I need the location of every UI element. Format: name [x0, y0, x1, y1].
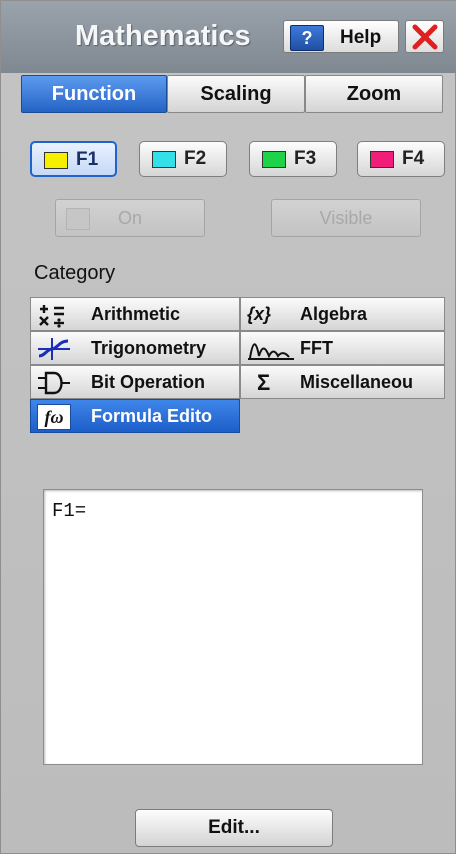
category-formula-editor-button[interactable]: fω Formula Edito: [30, 399, 240, 433]
tab-function[interactable]: Function: [21, 75, 167, 113]
f2-label: F2: [184, 148, 207, 169]
category-heading: Category: [34, 262, 116, 284]
title-bar: Mathematics ? Help: [1, 1, 456, 73]
function-f1-button[interactable]: F1: [30, 141, 117, 177]
category-fft-button[interactable]: FFT: [240, 331, 445, 365]
on-toggle-button[interactable]: On: [55, 199, 205, 237]
tab-zoom[interactable]: Zoom: [305, 75, 443, 113]
category-trigonometry-label: Trigonometry: [91, 338, 207, 358]
category-arithmetic-label: Arithmetic: [91, 304, 181, 324]
tab-bar: Function Scaling Zoom: [21, 75, 443, 113]
algebra-icon: {x}: [247, 304, 272, 324]
function-icon: fω: [37, 404, 71, 430]
category-miscellaneous-button[interactable]: Σ Miscellaneou: [240, 365, 445, 399]
category-miscellaneous-label: Miscellaneou: [300, 372, 414, 392]
f1-color-swatch: [44, 152, 68, 169]
category-fft-label: FFT: [300, 338, 333, 358]
sine-wave-icon: [38, 338, 70, 360]
close-button[interactable]: [405, 20, 444, 53]
window-title: Mathematics: [75, 20, 251, 52]
fft-spectrum-icon: [248, 343, 294, 360]
formula-text: F1=: [52, 500, 87, 522]
logic-gate-icon: [38, 371, 70, 395]
category-algebra-button[interactable]: {x} Algebra: [240, 297, 445, 331]
function-f3-button[interactable]: F3: [249, 141, 337, 177]
f4-label: F4: [402, 148, 425, 169]
f4-color-swatch: [370, 151, 394, 168]
on-indicator-icon: [66, 208, 90, 230]
f3-color-swatch: [262, 151, 286, 168]
category-formula-editor-label: Formula Edito: [91, 406, 212, 426]
tab-scaling[interactable]: Scaling: [167, 75, 305, 113]
function-f2-button[interactable]: F2: [139, 141, 227, 177]
visible-label: Visible: [319, 208, 373, 228]
category-trigonometry-button[interactable]: Trigonometry: [30, 331, 240, 365]
formula-display[interactable]: F1=: [43, 489, 423, 765]
category-algebra-label: Algebra: [300, 304, 368, 324]
visible-toggle-button[interactable]: Visible: [271, 199, 421, 237]
category-bit-operation-label: Bit Operation: [91, 372, 206, 392]
help-button[interactable]: ? Help: [283, 20, 399, 53]
f3-label: F3: [294, 148, 317, 169]
question-mark-icon: ?: [290, 25, 324, 51]
f2-color-swatch: [152, 151, 176, 168]
arithmetic-icon: [39, 305, 64, 328]
edit-button[interactable]: Edit...: [135, 809, 333, 847]
f1-label: F1: [76, 149, 99, 170]
category-arithmetic-button[interactable]: Arithmetic: [30, 297, 240, 331]
on-label: On: [117, 208, 142, 228]
help-label: Help: [340, 27, 382, 48]
close-icon: [412, 24, 438, 50]
mathematics-dialog: Mathematics ? Help Function Scaling Zoom…: [0, 0, 456, 854]
category-bit-operation-button[interactable]: Bit Operation: [30, 365, 240, 399]
function-f4-button[interactable]: F4: [357, 141, 445, 177]
sigma-icon: Σ: [257, 370, 271, 395]
